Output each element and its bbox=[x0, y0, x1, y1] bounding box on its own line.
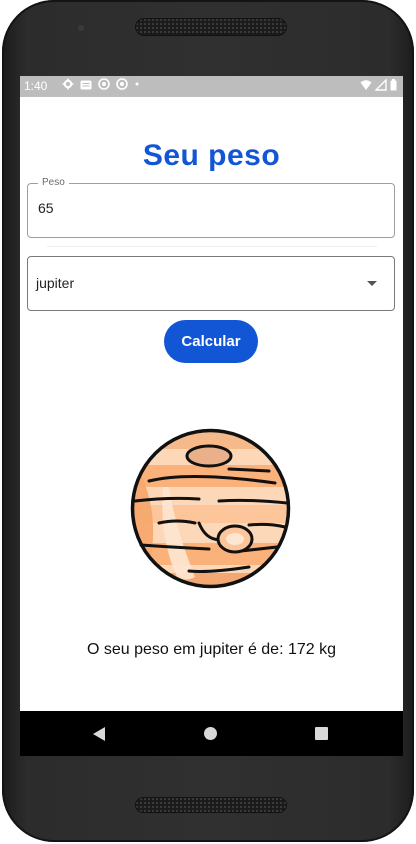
page-title: Seu peso bbox=[142, 139, 281, 172]
status-bar: 1:40 bbox=[20, 76, 403, 97]
phone-body: 1:40 Seu peso Peso 65 jupiter Calcular O… bbox=[2, 0, 414, 842]
signal-icon bbox=[374, 78, 387, 94]
back-icon[interactable] bbox=[93, 727, 105, 741]
planet-select[interactable]: jupiter bbox=[27, 256, 395, 311]
divider bbox=[47, 246, 377, 247]
planet-select-value: jupiter bbox=[36, 275, 75, 291]
bottom-speaker bbox=[135, 797, 287, 813]
sync-icon bbox=[116, 78, 128, 95]
weight-input[interactable] bbox=[38, 200, 378, 216]
device-frame: 1:40 Seu peso Peso 65 jupiter Calcular O… bbox=[0, 0, 416, 844]
status-icons-right bbox=[360, 78, 397, 94]
earpiece-speaker bbox=[135, 18, 287, 36]
navigation-bar bbox=[20, 711, 403, 756]
chevron-down-icon bbox=[367, 281, 377, 286]
status-time: 1:40 bbox=[24, 79, 48, 93]
recents-icon[interactable] bbox=[315, 727, 328, 740]
result-text: O seu peso em jupiter é de: 172 kg bbox=[86, 641, 337, 658]
wifi-icon bbox=[360, 79, 372, 94]
sync-icon bbox=[98, 78, 110, 95]
settings-icon bbox=[62, 78, 74, 95]
front-camera bbox=[78, 25, 84, 31]
weight-field[interactable]: Peso bbox=[27, 177, 395, 238]
weight-field-label: Peso bbox=[38, 177, 69, 189]
status-icons-left bbox=[62, 78, 140, 95]
home-icon[interactable] bbox=[204, 727, 217, 740]
calculate-button[interactable]: Calcular bbox=[164, 320, 258, 363]
screen: 1:40 Seu peso Peso 65 jupiter Calcular O… bbox=[20, 76, 403, 756]
jupiter-illustration bbox=[129, 427, 292, 590]
sim-card-icon bbox=[80, 79, 92, 95]
dot-icon bbox=[134, 78, 140, 95]
battery-icon bbox=[390, 79, 397, 94]
